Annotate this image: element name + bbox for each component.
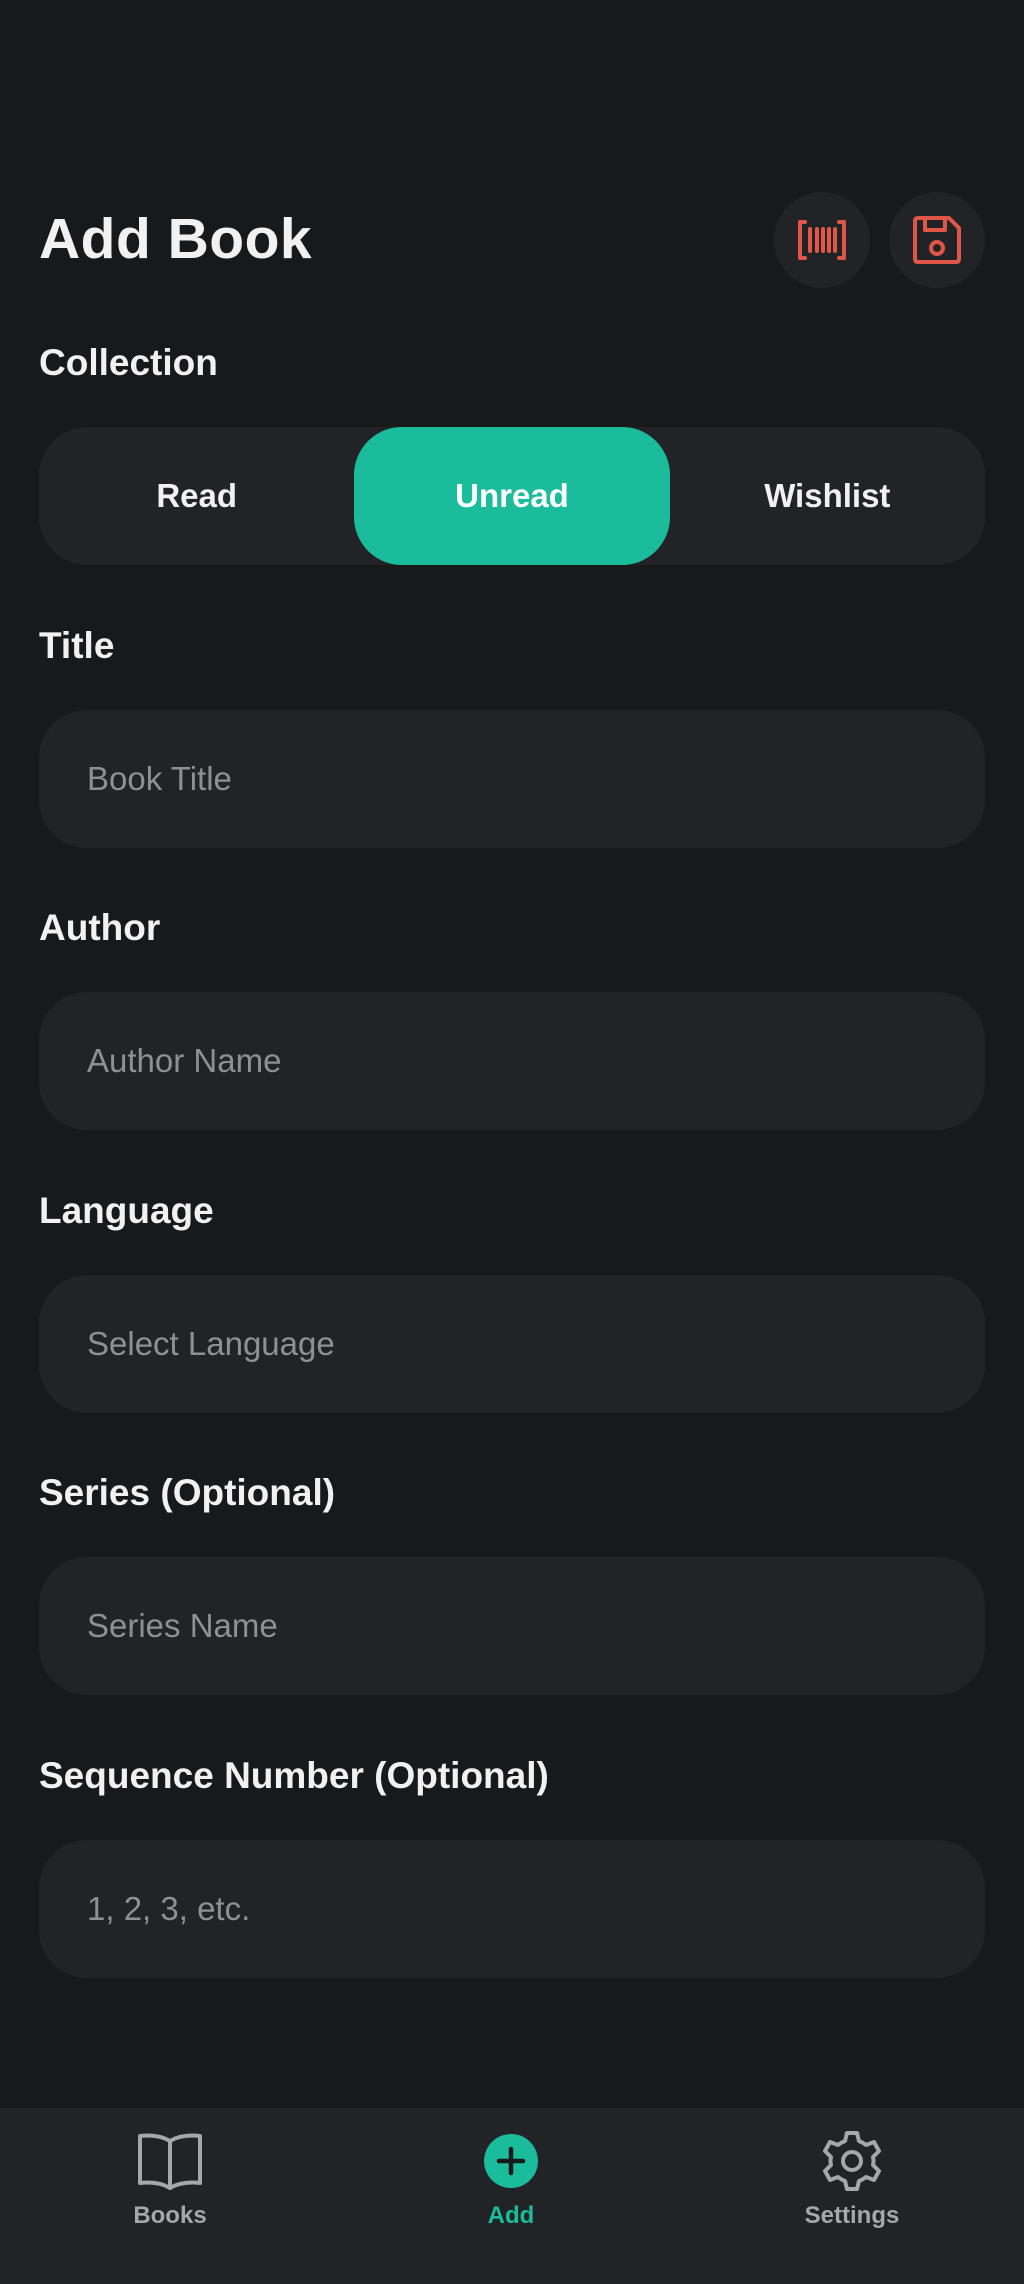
collection-selector: Read Unread Wishlist xyxy=(39,427,985,565)
nav-item-add[interactable]: Add xyxy=(411,2126,611,2236)
nav-label-settings: Settings xyxy=(804,2202,900,2229)
author-input[interactable] xyxy=(39,992,985,1130)
bottom-navigation: Books Add Settings xyxy=(0,2108,1024,2284)
gear-icon xyxy=(823,2131,881,2191)
segment-wishlist[interactable]: Wishlist xyxy=(670,427,985,565)
series-input[interactable] xyxy=(39,1557,985,1695)
save-button[interactable] xyxy=(889,192,985,288)
nav-item-books[interactable]: Books xyxy=(70,2126,270,2236)
nav-label-books: Books xyxy=(133,2202,207,2229)
book-icon xyxy=(138,2133,202,2190)
sequence-input[interactable] xyxy=(39,1840,985,1978)
header: Add Book xyxy=(39,190,985,290)
author-label: Author xyxy=(39,907,161,948)
scan-barcode-button[interactable] xyxy=(774,192,870,288)
series-label: Series (Optional) xyxy=(39,1472,336,1513)
nav-item-settings[interactable]: Settings xyxy=(752,2126,952,2236)
page-title: Add Book xyxy=(39,207,313,271)
collection-label: Collection xyxy=(39,342,218,383)
barcode-scan-icon xyxy=(798,220,846,260)
add-icon xyxy=(484,2134,538,2188)
language-label: Language xyxy=(39,1190,214,1231)
segment-read[interactable]: Read xyxy=(39,427,354,565)
save-icon xyxy=(913,216,961,264)
title-label: Title xyxy=(39,625,115,666)
nav-label-add: Add xyxy=(487,2202,535,2229)
sequence-label: Sequence Number (Optional) xyxy=(39,1755,549,1796)
title-input[interactable] xyxy=(39,710,985,848)
segment-unread[interactable]: Unread xyxy=(354,427,670,565)
language-select[interactable] xyxy=(39,1275,985,1413)
